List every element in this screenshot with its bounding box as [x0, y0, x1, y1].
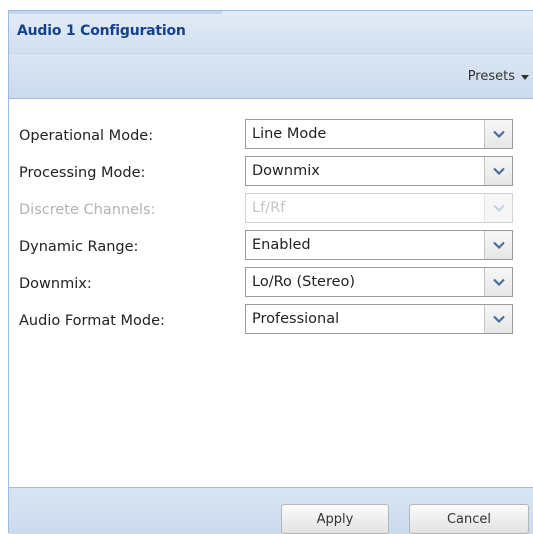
chevron-down-icon[interactable] [484, 305, 512, 333]
dynamic-range-select[interactable]: Enabled [245, 230, 513, 260]
apply-button[interactable]: Apply [281, 504, 389, 534]
field-downmix: Downmix: Lo/Ro (Stereo) [9, 267, 533, 299]
discrete-channels-label: Discrete Channels: [19, 202, 156, 218]
processing-mode-label: Processing Mode: [19, 165, 146, 181]
chevron-down-icon[interactable] [484, 157, 512, 185]
field-discrete-channels: Discrete Channels: Lf/Rf [9, 193, 533, 225]
field-audio-format-mode: Audio Format Mode: Professional [9, 304, 533, 336]
presets-button[interactable]: Presets [468, 65, 529, 87]
field-dynamic-range: Dynamic Range: Enabled [9, 230, 533, 262]
dynamic-range-label: Dynamic Range: [19, 239, 139, 255]
discrete-channels-value: Lf/Rf [252, 200, 286, 216]
panel-toolbar: Presets [9, 54, 533, 99]
panel-header: Audio 1 Configuration [9, 11, 533, 54]
cancel-button[interactable]: Cancel [409, 504, 529, 534]
downmix-value: Lo/Ro (Stereo) [252, 274, 356, 290]
caret-down-icon [521, 74, 529, 80]
operational-mode-value: Line Mode [252, 126, 327, 142]
discrete-channels-select: Lf/Rf [245, 193, 513, 223]
downmix-select[interactable]: Lo/Ro (Stereo) [245, 267, 513, 297]
downmix-label: Downmix: [19, 276, 92, 292]
field-operational-mode: Operational Mode: Line Mode [9, 119, 533, 151]
processing-mode-select[interactable]: Downmix [245, 156, 513, 186]
processing-mode-value: Downmix [252, 163, 320, 179]
operational-mode-label: Operational Mode: [19, 128, 154, 144]
presets-label: Presets [467, 68, 515, 84]
audio-config-panel: Audio 1 Configuration Presets Operationa… [8, 10, 533, 534]
operational-mode-select[interactable]: Line Mode [245, 119, 513, 149]
panel-footer: Apply Cancel [9, 487, 533, 534]
chevron-down-icon [484, 194, 512, 222]
header-accent-line [9, 11, 222, 14]
audio-format-mode-label: Audio Format Mode: [19, 313, 165, 329]
chevron-down-icon[interactable] [484, 120, 512, 148]
audio-format-mode-select[interactable]: Professional [245, 304, 513, 334]
chevron-down-icon[interactable] [484, 268, 512, 296]
chevron-down-icon[interactable] [484, 231, 512, 259]
dynamic-range-value: Enabled [252, 237, 311, 253]
panel-title: Audio 1 Configuration [17, 23, 186, 39]
field-processing-mode: Processing Mode: Downmix [9, 156, 533, 188]
audio-format-mode-value: Professional [252, 311, 340, 327]
